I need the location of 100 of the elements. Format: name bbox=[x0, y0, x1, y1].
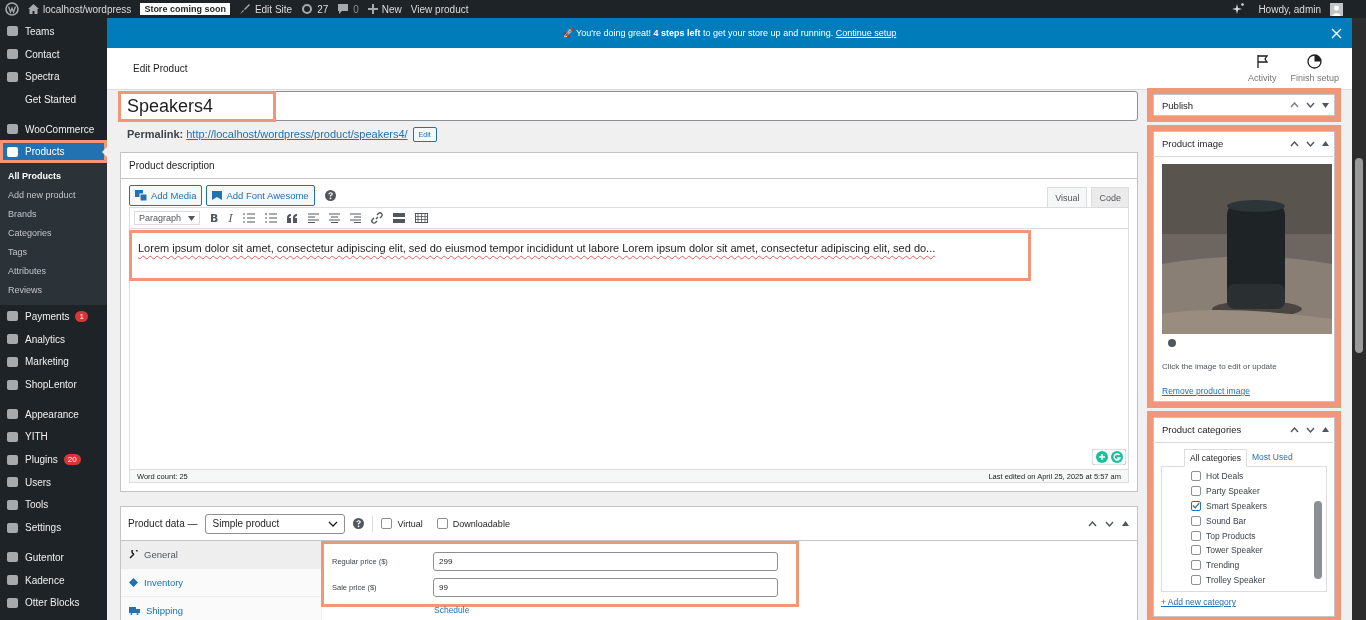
sidebar-item[interactable]: Analytics bbox=[0, 327, 107, 351]
media-button[interactable]: Add Media bbox=[129, 184, 203, 206]
sidebar-item[interactable]: Otter Blocks bbox=[0, 591, 107, 615]
site-link[interactable]: localhost/wordpress bbox=[43, 3, 132, 15]
submenu-item[interactable]: Tags bbox=[0, 243, 107, 263]
count-badge: 1 bbox=[75, 310, 88, 322]
header-action[interactable]: Activity bbox=[1240, 54, 1284, 83]
product-data-tab[interactable]: General bbox=[121, 541, 321, 569]
expand-icon[interactable] bbox=[1322, 102, 1329, 108]
collapse-icon[interactable] bbox=[1122, 521, 1129, 526]
category-tab[interactable]: Most Used bbox=[1247, 449, 1298, 466]
link-icon[interactable] bbox=[370, 212, 383, 224]
align-right-icon[interactable] bbox=[349, 213, 361, 223]
sidebar-item[interactable]: Tools bbox=[0, 493, 107, 517]
category-label: Tower Speaker bbox=[1206, 545, 1263, 556]
price-field[interactable]: 99 bbox=[433, 577, 778, 597]
category-label: Trolley Speaker bbox=[1206, 574, 1266, 585]
submenu-item[interactable]: Attributes bbox=[0, 262, 107, 282]
read-more-icon[interactable] bbox=[392, 213, 405, 223]
header-action[interactable]: Finish setup bbox=[1283, 54, 1346, 83]
admin-bar-link[interactable]: Edit Site bbox=[238, 3, 293, 15]
editor-tab[interactable]: Code bbox=[1091, 187, 1129, 207]
sidebar-item[interactable]: Payments 1 bbox=[0, 305, 107, 328]
checkbox[interactable] bbox=[381, 518, 393, 529]
sidebar-item[interactable]: Teams bbox=[0, 20, 107, 43]
continue-setup-link[interactable]: Continue setup bbox=[835, 28, 897, 38]
editor-tab[interactable]: Visual bbox=[1047, 187, 1088, 207]
checkbox[interactable] bbox=[1191, 515, 1201, 526]
description-text[interactable]: Lorem ipsum dolor sit amet, consectetur adipiscing elit, sed do eiusmod tempor incididunt ut labore Lorem ipsum dolor sit amet, consectetur adipiscing elit, sed do... bbox=[132, 233, 1028, 278]
caret-icon bbox=[188, 215, 195, 221]
move-down-icon[interactable] bbox=[1306, 140, 1315, 147]
align-center-icon[interactable] bbox=[328, 213, 340, 223]
move-down-icon[interactable] bbox=[1306, 426, 1315, 433]
close-icon[interactable] bbox=[1331, 28, 1342, 39]
sidebar-item[interactable]: Appearance bbox=[0, 402, 107, 426]
panel-title: Product categories bbox=[1162, 424, 1242, 435]
numbered-list-icon[interactable] bbox=[264, 213, 277, 223]
checkbox[interactable] bbox=[1191, 530, 1201, 541]
sidebar-item[interactable]: Contact bbox=[0, 42, 107, 66]
checkbox[interactable] bbox=[1191, 574, 1201, 585]
move-down-icon[interactable] bbox=[1105, 520, 1114, 527]
format-button[interactable]: I bbox=[228, 211, 233, 225]
format-select[interactable]: Paragraph bbox=[134, 211, 200, 225]
submenu-item[interactable]: Brands bbox=[0, 205, 107, 225]
product-data-tab[interactable]: Shipping bbox=[121, 597, 321, 620]
user-greeting[interactable]: Howdy, admin bbox=[1258, 3, 1321, 15]
submenu-item[interactable]: All Products bbox=[0, 167, 107, 187]
media-button[interactable]: Add Font Awesome bbox=[206, 184, 315, 206]
align-left-icon[interactable] bbox=[307, 213, 319, 223]
sidebar-item[interactable]: Gutentor bbox=[0, 546, 107, 569]
admin-bar-link[interactable]: 27 bbox=[301, 3, 329, 15]
checkbox[interactable] bbox=[1191, 560, 1201, 571]
move-up-icon[interactable] bbox=[1290, 102, 1299, 108]
checkbox[interactable] bbox=[1191, 501, 1201, 511]
avatar-icon[interactable] bbox=[1330, 2, 1343, 16]
checkbox[interactable] bbox=[436, 518, 448, 529]
sidebar-item[interactable]: YITH bbox=[0, 425, 107, 449]
sidebar-item[interactable]: Settings bbox=[0, 516, 107, 539]
chevron-down-icon bbox=[328, 520, 339, 527]
checkbox[interactable] bbox=[1191, 545, 1201, 556]
move-down-icon[interactable] bbox=[1306, 102, 1315, 108]
submenu-item[interactable]: Reviews bbox=[0, 281, 107, 301]
schedule-link[interactable]: Schedule bbox=[434, 605, 796, 615]
submenu-item[interactable]: Add new product bbox=[0, 186, 107, 206]
sidebar-item[interactable]: Get Started bbox=[0, 88, 107, 111]
remove-image-link[interactable]: Remove product image bbox=[1162, 386, 1326, 396]
collapse-icon[interactable] bbox=[1322, 141, 1329, 146]
checkbox[interactable] bbox=[1191, 486, 1201, 497]
tag-icon bbox=[129, 578, 138, 587]
checkbox[interactable] bbox=[1191, 471, 1201, 482]
wordpress-logo-icon[interactable] bbox=[5, 2, 19, 16]
sidebar-item[interactable]: WooCommerce bbox=[0, 117, 107, 141]
admin-bar-link[interactable]: New bbox=[367, 3, 402, 15]
admin-bar-link[interactable]: 0 bbox=[337, 3, 359, 15]
price-field[interactable]: 299 bbox=[433, 551, 778, 571]
sidebar-item[interactable]: Spectra bbox=[0, 65, 107, 89]
sidebar-item[interactable]: Kadence bbox=[0, 568, 107, 592]
sidebar-item[interactable]: Plugins 20 bbox=[0, 448, 107, 471]
sidebar-item[interactable]: ShopLentor bbox=[0, 373, 107, 396]
move-up-icon[interactable] bbox=[1088, 520, 1097, 527]
title-field[interactable]: Speakers4 bbox=[120, 91, 1138, 121]
add-category-link[interactable]: + Add new category bbox=[1161, 596, 1327, 608]
collapse-icon[interactable] bbox=[1322, 427, 1329, 432]
category-tab[interactable]: All categories bbox=[1184, 449, 1248, 467]
store-status-badge[interactable]: Store coming soon bbox=[140, 3, 230, 15]
toolbar-toggle-icon[interactable] bbox=[414, 213, 428, 223]
format-button[interactable]: B bbox=[210, 211, 219, 225]
product-type-select[interactable]: Simple product bbox=[205, 513, 346, 534]
sidebar-item[interactable]: Products bbox=[0, 140, 107, 164]
submenu-item[interactable]: Categories bbox=[0, 224, 107, 244]
sidebar-item[interactable]: Marketing bbox=[0, 350, 107, 374]
sidebar-item[interactable]: Users bbox=[0, 470, 107, 494]
move-up-icon[interactable] bbox=[1290, 140, 1299, 147]
panel-title: Product image bbox=[1162, 138, 1224, 149]
permalink-link[interactable]: http://localhost/wordpress/product/speakers4/ bbox=[186, 128, 408, 140]
quote-icon[interactable] bbox=[286, 213, 298, 223]
page-scrollbar[interactable] bbox=[1352, 18, 1366, 620]
product-data-tab[interactable]: Inventory bbox=[121, 569, 321, 597]
admin-bar-link[interactable]: View product bbox=[410, 3, 469, 15]
move-up-icon[interactable] bbox=[1290, 426, 1299, 433]
